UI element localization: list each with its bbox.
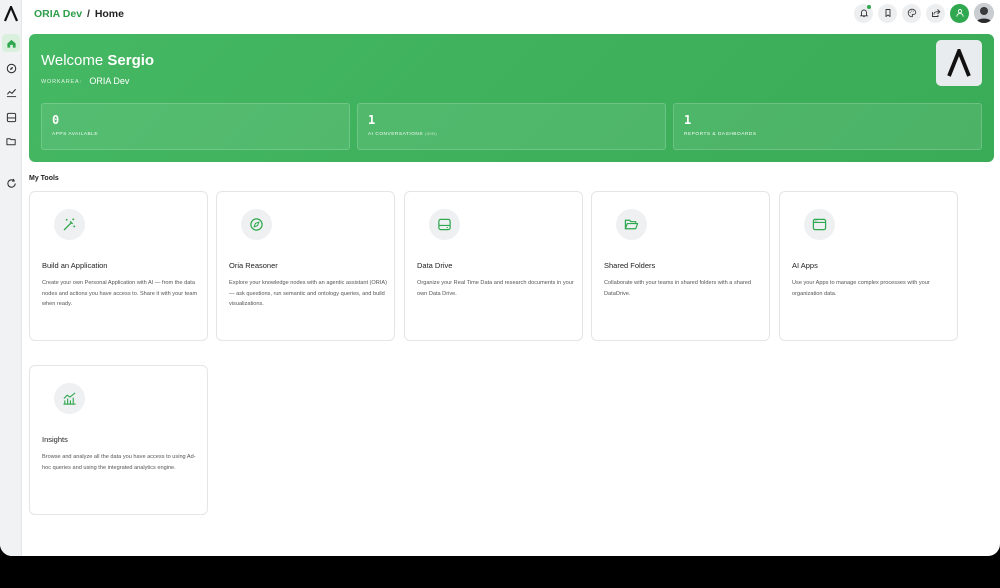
oria-logo-icon [947, 49, 971, 77]
card-title: Oria Reasoner [229, 261, 278, 270]
sidebar [0, 0, 22, 556]
card-icon [804, 209, 835, 240]
sidebar-item-reasoner[interactable] [2, 59, 20, 77]
welcome-user-name: Sergio [107, 52, 155, 69]
breadcrumb: ORIA Dev / Home [34, 8, 124, 20]
refresh-icon [6, 178, 16, 188]
bell-icon [859, 9, 868, 18]
tool-card-shared-folders[interactable]: Shared Folders Collaborate with your tea… [591, 191, 770, 341]
share-button[interactable] [926, 3, 945, 23]
share-icon [931, 9, 940, 17]
card-title: AI Apps [792, 261, 818, 270]
card-title: Data Drive [417, 261, 453, 270]
theme-button[interactable] [902, 3, 921, 23]
user-settings-button[interactable] [950, 3, 969, 23]
card-title: Build an Application [42, 261, 108, 270]
stat-value: 0 [52, 113, 60, 127]
stat-value: 1 [368, 113, 376, 127]
chart-line-icon [6, 88, 16, 97]
welcome-prefix: Welcome [41, 52, 104, 69]
workspace-logo [936, 40, 982, 86]
stat-value: 1 [684, 113, 692, 127]
card-description: Browse and analyze all the data you have… [42, 454, 196, 471]
workarea-label: WORKAREA: [41, 79, 82, 85]
stat-label: AI CONVERSATIONS (30D) [368, 132, 438, 137]
sidebar-item-home[interactable] [2, 34, 20, 52]
tool-card-ai-apps[interactable]: AI Apps Use your Apps to manage complex … [779, 191, 958, 341]
compass-icon [250, 218, 263, 231]
sidebar-item-data-drive[interactable] [2, 108, 20, 126]
workarea-value: ORIA Dev [89, 76, 130, 86]
bookmarks-button[interactable] [878, 3, 897, 23]
card-icon [241, 209, 272, 240]
card-icon [54, 209, 85, 240]
top-bar: ORIA Dev / Home [22, 0, 1000, 28]
drive-icon [6, 112, 16, 122]
card-description: Create your own Personal Application wit… [42, 280, 198, 307]
welcome-banner: Welcome Sergio WORKAREA: ORIA Dev 0 APPS… [29, 34, 994, 162]
app-window-icon [812, 218, 827, 231]
chart-line-icon [63, 392, 76, 405]
sidebar-item-insights[interactable] [2, 83, 20, 101]
drive-icon [438, 218, 451, 231]
user-photo-icon [974, 3, 994, 23]
card-description: Use your Apps to manage complex processe… [792, 280, 930, 297]
header-actions [854, 3, 994, 23]
user-avatar[interactable] [974, 3, 994, 23]
tool-card-build-application[interactable]: Build an Application Create your own Per… [29, 191, 208, 341]
breadcrumb-page: Home [94, 8, 124, 20]
sidebar-item-refresh[interactable] [2, 174, 20, 192]
card-title: Insights [42, 435, 68, 444]
tools-section-title: My Tools [29, 175, 59, 182]
welcome-title: Welcome Sergio [41, 52, 154, 69]
tool-card-insights[interactable]: Insights Browse and analyze all the data… [29, 365, 208, 515]
stat-apps-available[interactable]: 0 APPS AVAILABLE [41, 103, 350, 150]
breadcrumb-workspace[interactable]: ORIA Dev [34, 8, 82, 20]
palette-icon [907, 8, 916, 18]
card-title: Shared Folders [604, 261, 656, 270]
notification-dot [867, 4, 871, 9]
card-icon [54, 383, 85, 414]
card-description: Explore your knowledge nodes with an age… [229, 280, 387, 307]
stat-ai-conversations[interactable]: 1 AI CONVERSATIONS (30D) [357, 103, 666, 150]
compass-icon [6, 63, 16, 73]
folder-open-icon [624, 219, 639, 230]
stat-reports-dashboards[interactable]: 1 REPORTS & DASHBOARDS [673, 103, 982, 150]
folder-open-icon [5, 137, 16, 145]
oria-logo-icon[interactable] [4, 6, 18, 22]
card-description: Collaborate with your teams in shared fo… [604, 280, 752, 297]
tool-card-oria-reasoner[interactable]: Oria Reasoner Explore your knowledge nod… [216, 191, 395, 341]
stat-sublabel: (30D) [425, 132, 438, 136]
user-gear-icon [955, 9, 964, 17]
workarea-line: WORKAREA: ORIA Dev [41, 76, 129, 86]
sidebar-item-shared-folders[interactable] [2, 132, 20, 150]
stat-label: APPS AVAILABLE [52, 132, 99, 137]
bookmark-icon [885, 9, 890, 17]
notifications-button[interactable] [854, 3, 873, 23]
magic-wand-icon [63, 218, 76, 231]
card-description: Organize your Real Time Data and researc… [417, 280, 574, 297]
breadcrumb-separator: / [86, 8, 90, 20]
tool-card-data-drive[interactable]: Data Drive Organize your Real Time Data … [404, 191, 583, 341]
home-icon [6, 39, 16, 48]
stat-label: REPORTS & DASHBOARDS [684, 132, 757, 137]
app-window: ORIA Dev / Home Welcome Sergio WORKAREA:… [0, 0, 1000, 556]
card-icon [429, 209, 460, 240]
card-icon [616, 209, 647, 240]
